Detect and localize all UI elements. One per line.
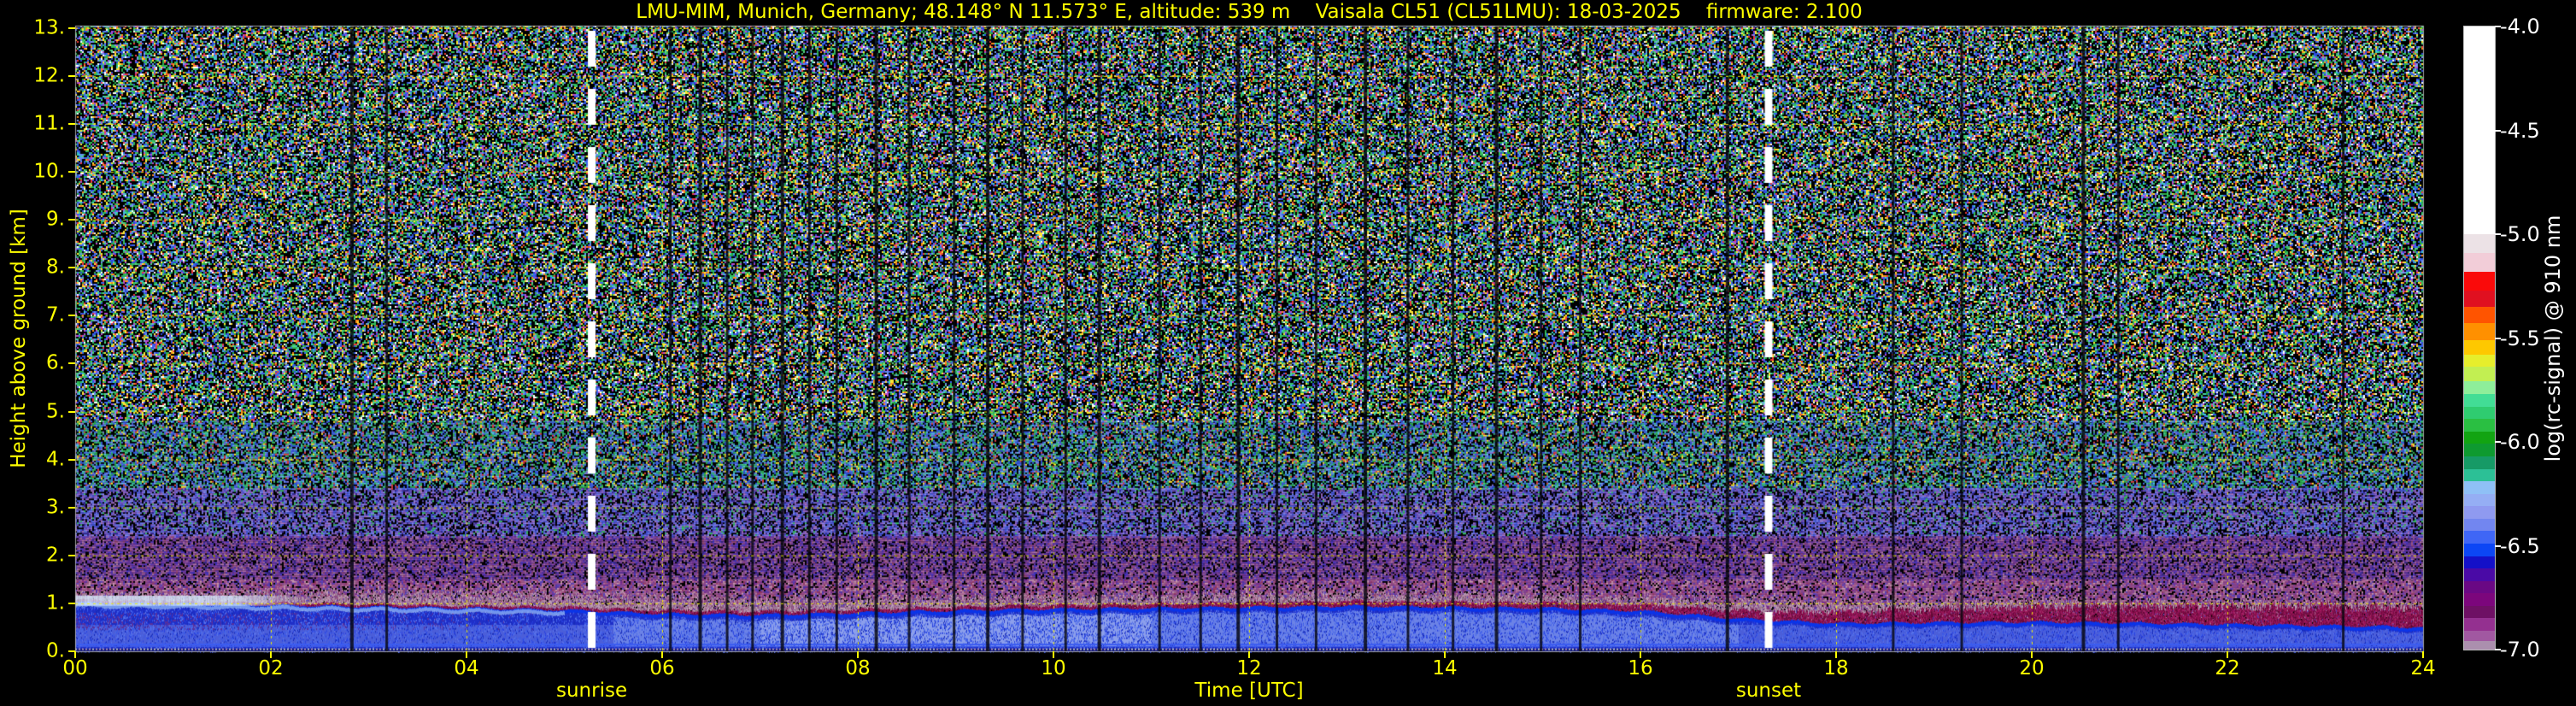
colorbar-band [2464, 531, 2495, 544]
colorbar-tick-label: -6.0 [2500, 430, 2540, 454]
y-tick-mark [68, 650, 75, 652]
y-tick-mark [68, 507, 75, 509]
colorbar-tick-label: -5.5 [2500, 327, 2540, 350]
colorbar-tick-label: -4.0 [2500, 15, 2540, 38]
y-tick-mark [68, 219, 75, 221]
y-tick-label: 4. [3, 448, 65, 470]
colorbar-band [2464, 381, 2495, 394]
colorbar-band [2464, 568, 2495, 581]
x-tick-label: 06 [649, 657, 674, 680]
x-tick-label: 00 [62, 657, 87, 680]
colorbar-band [2464, 593, 2495, 606]
colorbar-band [2464, 494, 2495, 507]
colorbar-band [2464, 407, 2495, 420]
colorbar-band [2464, 253, 2495, 272]
colorbar-band [2464, 618, 2495, 631]
plot-title: LMU-MIM, Munich, Germany; 48.148° N 11.5… [636, 1, 1862, 23]
sunrise-label: sunrise [556, 680, 627, 702]
colorbar-band [2464, 506, 2495, 519]
x-tick-label: 10 [1041, 657, 1065, 680]
colorbar-band [2464, 323, 2495, 339]
y-tick-label: 0. [3, 639, 65, 662]
colorbar-band [2464, 469, 2495, 482]
y-tick-label: 7. [3, 304, 65, 327]
x-tick-label: 04 [454, 657, 478, 680]
heatmap-canvas [0, 0, 2576, 706]
colorbar-band [2464, 556, 2495, 569]
colorbar-band [2464, 631, 2495, 641]
colorbar-band [2464, 394, 2495, 407]
y-tick-label: 10. [3, 161, 65, 183]
colorbar-band [2464, 367, 2495, 381]
colorbar-tick-label: -6.5 [2500, 534, 2540, 558]
colorbar-band [2464, 419, 2495, 432]
x-tick-label: 22 [2215, 657, 2239, 680]
colorbar-tick-label: -4.5 [2500, 119, 2540, 143]
colorbar-band [2464, 272, 2495, 291]
y-tick-mark [68, 362, 75, 364]
colorbar-label: log(rc-signal) @ 910 nm [2541, 215, 2565, 462]
colorbar-band [2464, 291, 2495, 307]
y-tick-label: 3. [3, 496, 65, 518]
colorbar-band [2464, 234, 2495, 253]
x-tick-label: 14 [1432, 657, 1457, 680]
colorbar [2464, 26, 2495, 650]
y-tick-mark [68, 267, 75, 268]
x-tick-label: 02 [258, 657, 283, 680]
y-tick-label: 9. [3, 209, 65, 231]
x-tick-label: 16 [1628, 657, 1652, 680]
colorbar-band [2464, 581, 2495, 594]
x-tick-label: 12 [1236, 657, 1261, 680]
y-tick-label: 12. [3, 64, 65, 86]
colorbar-band [2464, 606, 2495, 619]
y-tick-mark [68, 315, 75, 316]
colorbar-band [2464, 544, 2495, 556]
colorbar-band [2464, 519, 2495, 532]
colorbar-band [2464, 641, 2495, 650]
y-tick-mark [68, 411, 75, 413]
y-tick-label: 1. [3, 591, 65, 614]
ceilometer-quicklook-figure: LMU-MIM, Munich, Germany; 48.148° N 11.5… [0, 0, 2576, 706]
colorbar-band [2464, 444, 2495, 456]
colorbar-tick-label: -5.0 [2500, 222, 2540, 246]
y-tick-mark [68, 459, 75, 461]
y-tick-label: 6. [3, 352, 65, 374]
colorbar-band [2464, 307, 2495, 323]
x-tick-label: 08 [845, 657, 870, 680]
x-tick-label: 24 [2410, 657, 2435, 680]
y-tick-mark [68, 123, 75, 125]
x-tick-label: 20 [2019, 657, 2044, 680]
y-tick-mark [68, 27, 75, 29]
colorbar-band [2464, 432, 2495, 444]
x-axis-label: Time [UTC] [1194, 680, 1303, 702]
y-tick-mark [68, 555, 75, 556]
colorbar-band [2464, 355, 2495, 368]
y-tick-mark [68, 603, 75, 604]
y-tick-label: 2. [3, 544, 65, 566]
colorbar-band [2464, 456, 2495, 469]
y-tick-mark [68, 75, 75, 77]
y-tick-label: 13. [3, 16, 65, 38]
colorbar-tick-label: -7.0 [2500, 638, 2540, 662]
y-axis-label: Height above ground [km] [8, 209, 30, 468]
sunset-label: sunset [1736, 680, 1801, 702]
colorbar-band [2464, 340, 2495, 355]
y-tick-label: 5. [3, 400, 65, 422]
x-tick-label: 18 [1823, 657, 1848, 680]
colorbar-band [2464, 481, 2495, 494]
colorbar-band [2464, 26, 2495, 234]
y-tick-label: 8. [3, 256, 65, 279]
y-tick-mark [68, 171, 75, 173]
y-tick-label: 11. [3, 112, 65, 134]
